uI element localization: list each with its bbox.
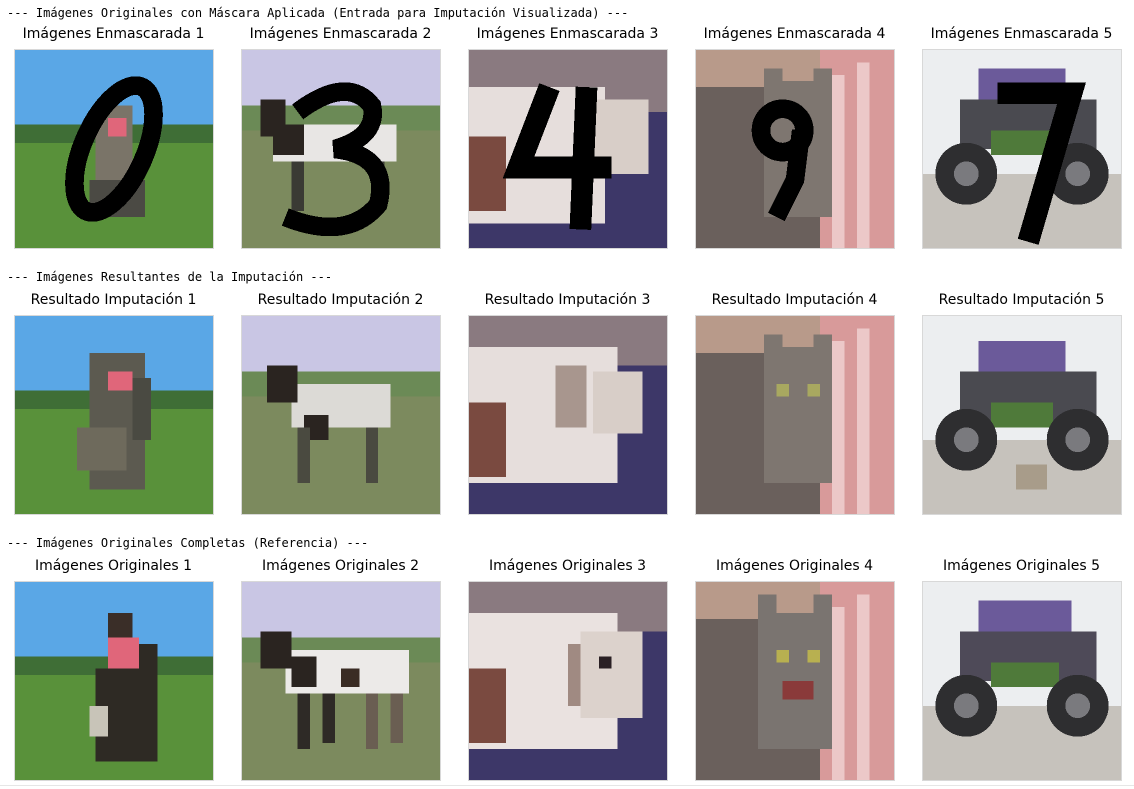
masked-title-1: Imágenes Enmascarada 1 [22, 26, 205, 42]
original-cell-1: Imágenes Originales 1 [0, 557, 227, 787]
imputed-title-3: Resultado Imputación 3 [484, 292, 651, 308]
masked-cell-3: Imágenes Enmascarada 3 [454, 25, 681, 255]
original-cell-5: Imágenes Originales 5 [908, 557, 1134, 787]
masked-title-5: Imágenes Enmascarada 5 [930, 26, 1113, 42]
masked-title-4: Imágenes Enmascarada 4 [703, 26, 886, 42]
masked-cell-1: Imágenes Enmascarada 1 [0, 25, 227, 255]
imputed-title-5: Resultado Imputación 5 [938, 292, 1105, 308]
imputed-cell-2: Resultado Imputación 2 [227, 291, 454, 521]
imputed-image-1 [14, 315, 214, 515]
original-title-4: Imágenes Originales 4 [715, 558, 874, 574]
imputed-section-header: --- Imágenes Resultantes de la Imputació… [7, 270, 333, 284]
imputed-cell-3: Resultado Imputación 3 [454, 291, 681, 521]
originals-images-row: Imágenes Originales 1 Imágenes Originale… [0, 557, 1134, 787]
masked-image-3 [468, 49, 668, 249]
masked-title-3: Imágenes Enmascarada 3 [476, 26, 659, 42]
masked-cell-2: Imágenes Enmascarada 2 [227, 25, 454, 255]
imputed-cell-5: Resultado Imputación 5 [908, 291, 1134, 521]
masked-cell-5: Imágenes Enmascarada 5 [908, 25, 1134, 255]
original-image-4 [695, 581, 895, 781]
masked-section-header: --- Imágenes Originales con Máscara Apli… [7, 6, 629, 20]
masked-title-2: Imágenes Enmascarada 2 [249, 26, 432, 42]
originals-section-header: --- Imágenes Originales Completas (Refer… [7, 536, 369, 550]
original-image-3 [468, 581, 668, 781]
original-title-1: Imágenes Originales 1 [34, 558, 193, 574]
imputed-image-5 [922, 315, 1122, 515]
imputed-image-3 [468, 315, 668, 515]
masked-image-2 [241, 49, 441, 249]
imputed-cell-1: Resultado Imputación 1 [0, 291, 227, 521]
imputed-title-1: Resultado Imputación 1 [30, 292, 197, 308]
masked-image-5 [922, 49, 1122, 249]
original-cell-2: Imágenes Originales 2 [227, 557, 454, 787]
original-title-3: Imágenes Originales 3 [488, 558, 647, 574]
masked-cell-4: Imágenes Enmascarada 4 [681, 25, 908, 255]
imputed-image-4 [695, 315, 895, 515]
imputed-image-2 [241, 315, 441, 515]
imputed-images-row: Resultado Imputación 1 Resultado Imputac… [0, 291, 1134, 521]
original-cell-3: Imágenes Originales 3 [454, 557, 681, 787]
original-cell-4: Imágenes Originales 4 [681, 557, 908, 787]
imputed-title-2: Resultado Imputación 2 [257, 292, 424, 308]
masked-image-4 [695, 49, 895, 249]
original-title-2: Imágenes Originales 2 [261, 558, 420, 574]
masked-images-row: Imágenes Enmascarada 1 Imágenes Enmascar… [0, 25, 1134, 255]
masked-image-1 [14, 49, 214, 249]
original-image-2 [241, 581, 441, 781]
original-image-1 [14, 581, 214, 781]
imputed-title-4: Resultado Imputación 4 [711, 292, 878, 308]
imputed-cell-4: Resultado Imputación 4 [681, 291, 908, 521]
output-bottom-divider [0, 785, 1134, 786]
original-image-5 [922, 581, 1122, 781]
original-title-5: Imágenes Originales 5 [942, 558, 1101, 574]
